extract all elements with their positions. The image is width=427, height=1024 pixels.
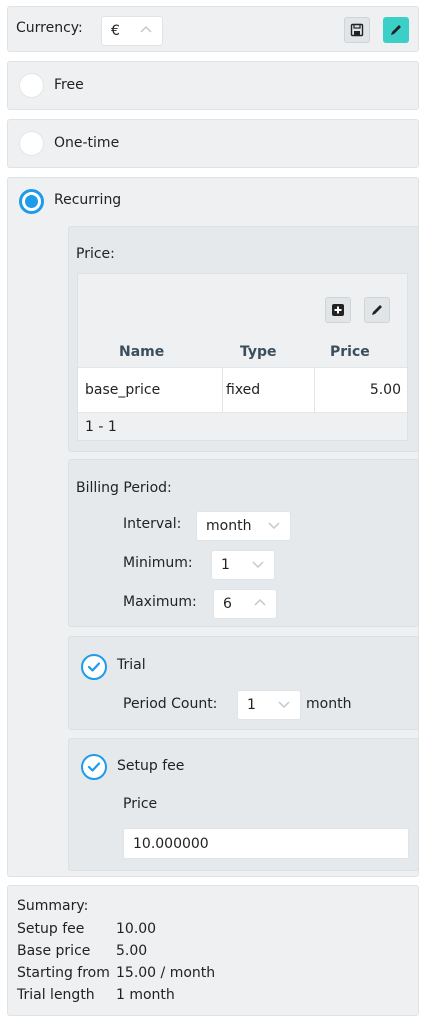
pencil-icon bbox=[372, 305, 382, 315]
cell-price: 5.00 bbox=[369, 382, 401, 398]
setup-fee-section: Setup fee Price bbox=[68, 738, 419, 871]
chevron-down-icon bbox=[276, 696, 292, 716]
price-label: Price: bbox=[76, 246, 115, 262]
period-count-value: 1 bbox=[247, 697, 256, 713]
period-unit-label: month bbox=[306, 696, 352, 712]
interval-label: Interval: bbox=[123, 516, 182, 532]
pagination: 1 - 1 bbox=[85, 419, 117, 435]
currency-label: Currency: bbox=[16, 20, 83, 36]
summary-setup-fee-label: Setup fee bbox=[17, 921, 85, 937]
currency-bar: Currency: € bbox=[7, 6, 419, 52]
chevron-up-icon bbox=[138, 22, 154, 42]
minimum-select[interactable]: 1 bbox=[211, 550, 275, 580]
summary-trial-length-value: 1 month bbox=[116, 987, 175, 1003]
maximum-value: 6 bbox=[223, 596, 232, 612]
option-onetime[interactable]: One-time bbox=[7, 119, 419, 168]
maximum-label: Maximum: bbox=[123, 594, 197, 610]
pencil-icon bbox=[391, 25, 401, 35]
maximum-select[interactable]: 6 bbox=[213, 589, 277, 619]
recurring-radio[interactable] bbox=[19, 189, 44, 214]
column-header-name[interactable]: Name bbox=[119, 344, 164, 360]
edit-currency-button[interactable] bbox=[383, 17, 409, 43]
cell-type: fixed bbox=[226, 382, 261, 398]
minimum-label: Minimum: bbox=[123, 555, 193, 571]
summary-panel: Summary: Setup fee 10.00 Base price 5.00… bbox=[7, 885, 419, 1016]
period-count-select[interactable]: 1 bbox=[237, 690, 301, 720]
plus-square-icon bbox=[332, 304, 344, 316]
option-recurring[interactable]: Recurring Price: Name Type Price base_pr… bbox=[7, 177, 419, 877]
minimum-value: 1 bbox=[221, 557, 230, 573]
billing-period-label: Billing Period: bbox=[76, 480, 172, 496]
onetime-radio[interactable] bbox=[19, 131, 44, 156]
setup-fee-label: Setup fee bbox=[117, 758, 185, 774]
table-row[interactable]: base_price fixed 5.00 bbox=[78, 367, 407, 413]
add-price-button[interactable] bbox=[325, 297, 351, 323]
summary-base-price-label: Base price bbox=[17, 943, 91, 959]
cell-name: base_price bbox=[85, 382, 161, 398]
free-label: Free bbox=[54, 77, 84, 93]
trial-section: Trial Period Count: 1 month bbox=[68, 636, 419, 730]
option-free[interactable]: Free bbox=[7, 61, 419, 110]
interval-select[interactable]: month bbox=[196, 511, 291, 541]
column-header-price[interactable]: Price bbox=[330, 344, 370, 360]
check-icon bbox=[87, 762, 101, 772]
trial-label: Trial bbox=[117, 657, 146, 673]
summary-title: Summary: bbox=[17, 898, 89, 914]
currency-select[interactable]: € bbox=[101, 16, 163, 46]
summary-setup-fee-value: 10.00 bbox=[116, 921, 157, 937]
free-radio[interactable] bbox=[19, 73, 44, 98]
check-icon bbox=[87, 662, 101, 672]
trial-checkbox[interactable] bbox=[81, 654, 107, 680]
price-section: Price: Name Type Price base_price fixed … bbox=[68, 226, 419, 452]
summary-starting-from-value: 15.00 / month bbox=[116, 965, 216, 981]
billing-period-section: Billing Period: Interval: month Minimum:… bbox=[68, 459, 419, 627]
summary-trial-length-label: Trial length bbox=[17, 987, 95, 1003]
edit-price-button[interactable] bbox=[364, 297, 390, 323]
chevron-down-icon bbox=[250, 556, 266, 576]
recurring-label: Recurring bbox=[54, 192, 122, 208]
summary-base-price-value: 5.00 bbox=[116, 943, 148, 959]
onetime-label: One-time bbox=[54, 135, 120, 151]
setup-fee-checkbox[interactable] bbox=[81, 754, 107, 780]
summary-starting-from-label: Starting from bbox=[17, 965, 110, 981]
chevron-down-icon bbox=[266, 517, 282, 537]
setup-fee-price-input[interactable] bbox=[123, 828, 409, 859]
save-icon bbox=[350, 23, 364, 37]
currency-value: € bbox=[111, 23, 120, 39]
setup-fee-price-label: Price bbox=[123, 796, 158, 812]
column-header-type[interactable]: Type bbox=[240, 344, 277, 360]
period-count-label: Period Count: bbox=[123, 696, 218, 712]
interval-value: month bbox=[206, 518, 252, 534]
save-button[interactable] bbox=[344, 17, 370, 43]
price-table: Name Type Price base_price fixed 5.00 1 … bbox=[77, 273, 408, 441]
chevron-up-icon bbox=[252, 595, 268, 615]
